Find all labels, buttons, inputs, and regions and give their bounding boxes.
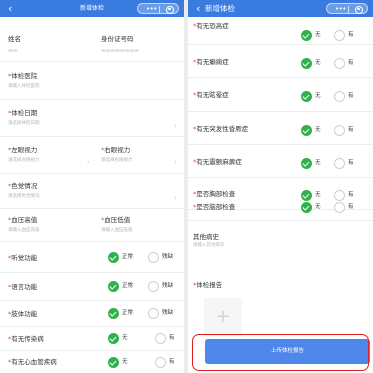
check-icon (108, 357, 119, 368)
hospital-input[interactable]: 请输入体检医院 (8, 84, 40, 90)
left-vision-label: *左眼视力 (8, 146, 38, 154)
date-field[interactable]: *体检日期 请选择体检日期 › (0, 100, 184, 137)
row-label: *有无突发性昏厥症 (193, 125, 249, 133)
row-label: *有无心血管疾病 (8, 358, 57, 366)
acrophobia-row: *有无恐高症 无 有 (188, 17, 373, 45)
speech-row: *语言功能 正常 残缺 (0, 273, 184, 301)
id-value: ▬▬▬▬▬▬▬▬ (101, 48, 139, 54)
capsule-divider (348, 6, 349, 13)
add-report-image-button[interactable]: + (204, 298, 242, 336)
row-label: *语言功能 (8, 283, 38, 291)
close-target-icon[interactable] (166, 5, 174, 14)
radio-empty-icon (148, 308, 159, 319)
chevron-right-icon: › (174, 122, 177, 130)
more-icon[interactable]: ••• (335, 4, 346, 14)
id-label: 身份证号码 (101, 35, 134, 43)
row-label: *是否胸部检查 (193, 190, 236, 198)
plus-icon: + (215, 306, 231, 327)
more-icon[interactable]: ••• (146, 4, 157, 14)
color-vision-label: *色觉情况 (8, 182, 38, 190)
left-form-screen: ‹ 新增体检 ••• 姓名 ▬▬ 身份证号码 ▬▬▬▬▬▬▬▬ *体检医院 请输… (0, 0, 184, 373)
radio-empty-icon (155, 357, 166, 368)
limb-row: *肢体功能 正常 残缺 (0, 301, 184, 327)
bp-low-label: *血压低值 (101, 216, 131, 224)
right-vision-picker[interactable]: 请选择右眼视力 (101, 158, 133, 164)
row-label: *有无癫痫症 (193, 58, 229, 66)
row-label: *有无震颤麻痹症 (193, 158, 242, 166)
radio-empty-icon (148, 252, 159, 263)
navbar: ‹ 新增体检 ••• (0, 0, 184, 17)
radio-empty-icon (334, 202, 345, 213)
paralysis-agitans-row: *有无震颤麻痹症 无 有 (188, 145, 373, 178)
mini-program-capsule[interactable]: ••• (326, 3, 368, 14)
name-value: ▬▬ (8, 48, 18, 54)
check-icon (301, 125, 312, 136)
row-label: *是否脑部检查 (193, 203, 236, 211)
vision-row: *左眼视力 请选择左眼视力 › *右眼视力 请选择右眼视力 › (0, 137, 184, 174)
check-icon (301, 158, 312, 169)
chevron-right-icon: › (174, 158, 177, 166)
check-icon (301, 30, 312, 41)
chevron-right-icon: › (87, 158, 90, 166)
left-vision-picker[interactable]: 请选择左眼视力 (8, 158, 40, 164)
right-vision-label: *右眼视力 (101, 146, 131, 154)
other-history-field[interactable]: 其他病史 请输入其他病史 (188, 220, 373, 265)
blood-pressure-row: *血压高值 请输入血压高值 *血压低值 请输入血压低值 (0, 209, 184, 242)
radio-empty-icon (334, 91, 345, 102)
name-label: 姓名 (8, 35, 21, 43)
right-form-screen: ‹ 新增体检 ••• *有无恐高症 无 有 *有无癫痫症 无 有 *有无眩晕症 … (188, 0, 373, 373)
radio-empty-icon (334, 125, 345, 136)
bp-high-input[interactable]: 请输入血压高值 (8, 228, 40, 234)
radio-empty-icon (148, 281, 159, 292)
radio-empty-icon (334, 58, 345, 69)
other-history-input[interactable]: 请输入其他病史 (193, 243, 225, 249)
identity-row: 姓名 ▬▬ 身份证号码 ▬▬▬▬▬▬▬▬ (0, 17, 184, 62)
report-label: *体检报告 (193, 281, 223, 289)
check-icon (108, 252, 119, 263)
radio-empty-icon (155, 333, 166, 344)
chevron-right-icon: › (174, 194, 177, 202)
bp-high-label: *血压高值 (8, 216, 38, 224)
check-icon (108, 308, 119, 319)
epilepsy-row: *有无癫痫症 无 有 (188, 45, 373, 78)
row-label: *有无眩晕症 (193, 91, 229, 99)
hearing-row: *听觉功能 正常 残缺 (0, 242, 184, 273)
vertigo-row: *有无眩晕症 无 有 (188, 78, 373, 112)
page-title: 新增体检 (205, 4, 235, 13)
syncope-row: *有无突发性昏厥症 无 有 (188, 112, 373, 145)
color-vision-picker[interactable]: 请选择色觉情况 (8, 194, 40, 200)
check-icon (301, 91, 312, 102)
row-label: *肢体功能 (8, 310, 38, 318)
other-history-label: 其他病史 (193, 233, 219, 241)
date-label: *体检日期 (8, 109, 38, 117)
row-label: *有无恐高症 (193, 22, 229, 30)
row-label: *有无传染病 (8, 335, 44, 343)
highlight-box (192, 334, 369, 371)
check-icon (108, 333, 119, 344)
row-label: *听觉功能 (8, 254, 38, 262)
close-target-icon[interactable] (355, 5, 363, 14)
infectious-row: *有无传染病 无 有 (0, 327, 184, 351)
navbar: ‹ 新增体检 ••• (188, 0, 373, 17)
radio-empty-icon (334, 30, 345, 41)
check-icon (108, 281, 119, 292)
hospital-label: *体检医院 (8, 72, 38, 80)
capsule-divider (159, 6, 160, 13)
date-picker[interactable]: 请选择体检日期 (8, 121, 40, 127)
back-icon[interactable]: ‹ (196, 1, 200, 16)
bp-low-input[interactable]: 请输入血压低值 (101, 228, 133, 234)
check-icon (301, 190, 312, 201)
check-icon (301, 202, 312, 213)
radio-empty-icon (334, 190, 345, 201)
check-icon (301, 58, 312, 69)
color-vision-field[interactable]: *色觉情况 请选择色觉情况 › (0, 174, 184, 209)
radio-empty-icon (334, 158, 345, 169)
screenshot-page: ‹ 新增体检 ••• 姓名 ▬▬ 身份证号码 ▬▬▬▬▬▬▬▬ *体检医院 请输… (0, 0, 373, 373)
cardiovascular-row: *有无心血管疾病 无 有 (8, 357, 175, 368)
hospital-field[interactable]: *体检医院 请输入体检医院 (0, 62, 184, 100)
mini-program-capsule[interactable]: ••• (137, 3, 179, 14)
